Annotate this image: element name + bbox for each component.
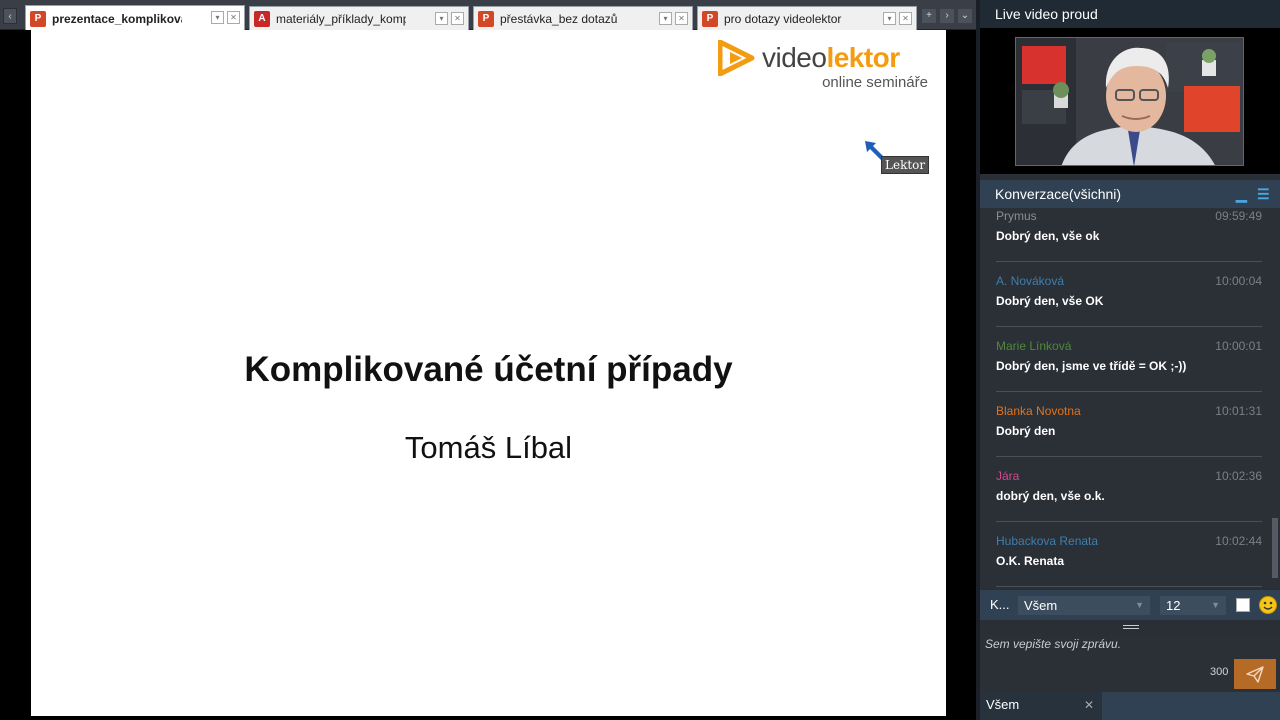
char-counter: 300 [1210,666,1229,678]
message-time: 10:00:01 [1215,339,1262,353]
message-text: Dobrý den, jsme ve třídě = OK ;-)) [996,359,1187,373]
chat-message-list[interactable]: Prymus 09:59:49 Dobrý den, vše ok A. Nov… [980,208,1270,588]
powerpoint-file-icon: P [702,10,718,27]
conversation-title: Konverzace(všichni) [995,186,1122,202]
option-checkbox[interactable] [1236,598,1250,612]
resize-grip[interactable] [980,620,1280,634]
tab-label: prezentace_komplikova [52,11,182,26]
send-button[interactable] [1234,659,1276,689]
send-paper-plane-icon [1246,666,1264,683]
tab-vsem-label: Všem [986,697,1020,712]
message-time: 10:02:44 [1215,534,1262,548]
message-author: Blanka Novotna [996,404,1081,418]
conversation-tabs: Všem ✕ [980,692,1280,720]
tab-close-button[interactable]: ✕ [675,12,688,25]
recipient-select[interactable]: Všem ▼ [1018,596,1150,615]
document-tab-bar: ‹ P prezentace_komplikova ▾ ✕ A materiál… [0,0,976,31]
videolektor-play-logo-icon [718,40,755,76]
chat-message: Prymus 09:59:49 Dobrý den, vše ok [996,208,1262,262]
font-size-select-value: 12 [1166,598,1181,613]
tab-menu-button[interactable]: ▾ [659,12,672,25]
tab-close-button[interactable]: ✕ [227,11,240,24]
webinar-app: ‹ P prezentace_komplikova ▾ ✕ A materiál… [0,0,1280,720]
chevron-down-icon: ▼ [1211,600,1220,610]
tab-prezentace[interactable]: P prezentace_komplikova ▾ ✕ [25,5,245,31]
tab-menu-button[interactable]: ▾ [435,12,448,25]
lecturer-video-feed[interactable] [1015,37,1244,166]
pointer-label: Lektor [881,156,930,174]
chat-message: Hubackova Renata 10:02:44 O.K. Renata [996,522,1262,587]
font-size-select[interactable]: 12 ▼ [1160,596,1226,615]
logo-tagline: online semináře [822,74,928,91]
emoji-smiley-icon[interactable] [1259,596,1277,614]
conversation-panel-header: Konverzace(všichni) ▁ ☰ [980,180,1280,208]
tab-close-button[interactable]: ✕ [451,12,464,25]
powerpoint-file-icon: P [30,10,46,27]
message-time: 10:02:36 [1215,469,1262,483]
message-text: Dobrý den, vše OK [996,294,1104,308]
tab-pro-dotazy[interactable]: P pro dotazy videolektor ▾ ✕ [697,6,917,30]
slide-title: Komplikované účetní případy [244,350,733,389]
message-input-placeholder: Sem vepište svoji zprávu. [985,637,1122,651]
minimize-icon[interactable]: ▁ [1236,186,1247,202]
video-panel-header: Live video proud [980,0,1280,28]
message-author: Hubackova Renata [996,534,1099,548]
tab-vsem[interactable]: Všem ✕ [980,692,1102,720]
tab-menu-button[interactable]: ▾ [883,12,896,25]
message-author: A. Nováková [996,274,1065,288]
chevron-down-icon: ▼ [1135,600,1144,610]
lecturer-video-image [1016,38,1243,165]
tab-label: přestávka_bez dotazů [500,11,618,26]
menu-icon[interactable]: ☰ [1257,186,1270,202]
chat-message: Jára 10:02:36 dobrý den, vše o.k. [996,457,1262,522]
chat-scrollbar[interactable] [1270,208,1280,588]
videolektor-logo: videolektor online semináře [718,40,928,92]
tab-prestavka[interactable]: P přestávka_bez dotazů ▾ ✕ [473,6,693,30]
presentation-stage: videolektor online semináře Lektor Kompl… [0,30,976,720]
chat-message: A. Nováková 10:00:04 Dobrý den, vše OK [996,262,1262,327]
presentation-slide: videolektor online semináře Lektor Kompl… [31,30,946,716]
chat-message: Blanka Novotna 10:01:31 Dobrý den [996,392,1262,457]
message-author: Marie Línková [996,339,1072,353]
tabs-scroll-right-button[interactable]: › [940,9,954,23]
chat-message: Marie Línková 10:00:01 Dobrý den, jsme v… [996,327,1262,392]
message-author: Jára [996,469,1020,483]
slide-author: Tomáš Líbal [404,430,573,465]
live-video-panel [980,28,1280,174]
logo-wordmark: videolektor [762,42,900,73]
close-icon[interactable]: ✕ [1084,692,1094,718]
tab-label: materiály_příklady_komp [276,11,406,26]
right-sidebar: Live video proud Konverzace(všichni) ▁ ☰… [980,0,1280,720]
message-text: Dobrý den, vše ok [996,229,1100,243]
tabs-scroll-left-button[interactable]: ‹ [3,8,17,24]
compose-label: K... [990,597,1010,612]
message-text: Dobrý den [996,424,1056,438]
tab-close-button[interactable]: ✕ [899,12,912,25]
message-text: O.K. Renata [996,554,1065,568]
add-tab-button[interactable]: + [922,9,936,23]
compose-toolbar: K... Všem ▼ 12 ▼ [980,590,1280,620]
message-input[interactable]: Sem vepište svoji zprávu. 300 [980,634,1280,692]
recipient-select-value: Všem [1024,598,1058,613]
tab-label: pro dotazy videolektor [724,11,842,26]
tab-menu-button[interactable]: ▾ [211,11,224,24]
message-text: dobrý den, vše o.k. [996,489,1105,503]
grip-lines-icon [1123,625,1139,629]
powerpoint-file-icon: P [478,10,494,27]
message-time: 10:01:31 [1215,404,1262,418]
chat-scrollbar-thumb[interactable] [1272,518,1278,578]
message-time: 09:59:49 [1215,209,1262,223]
message-author: Prymus [996,209,1037,223]
message-time: 10:00:04 [1215,274,1262,288]
tabs-dropdown-button[interactable]: ⌄ [958,9,972,23]
tab-materialy[interactable]: A materiály_příklady_komp ▾ ✕ [249,6,469,30]
pdf-file-icon: A [254,10,270,27]
